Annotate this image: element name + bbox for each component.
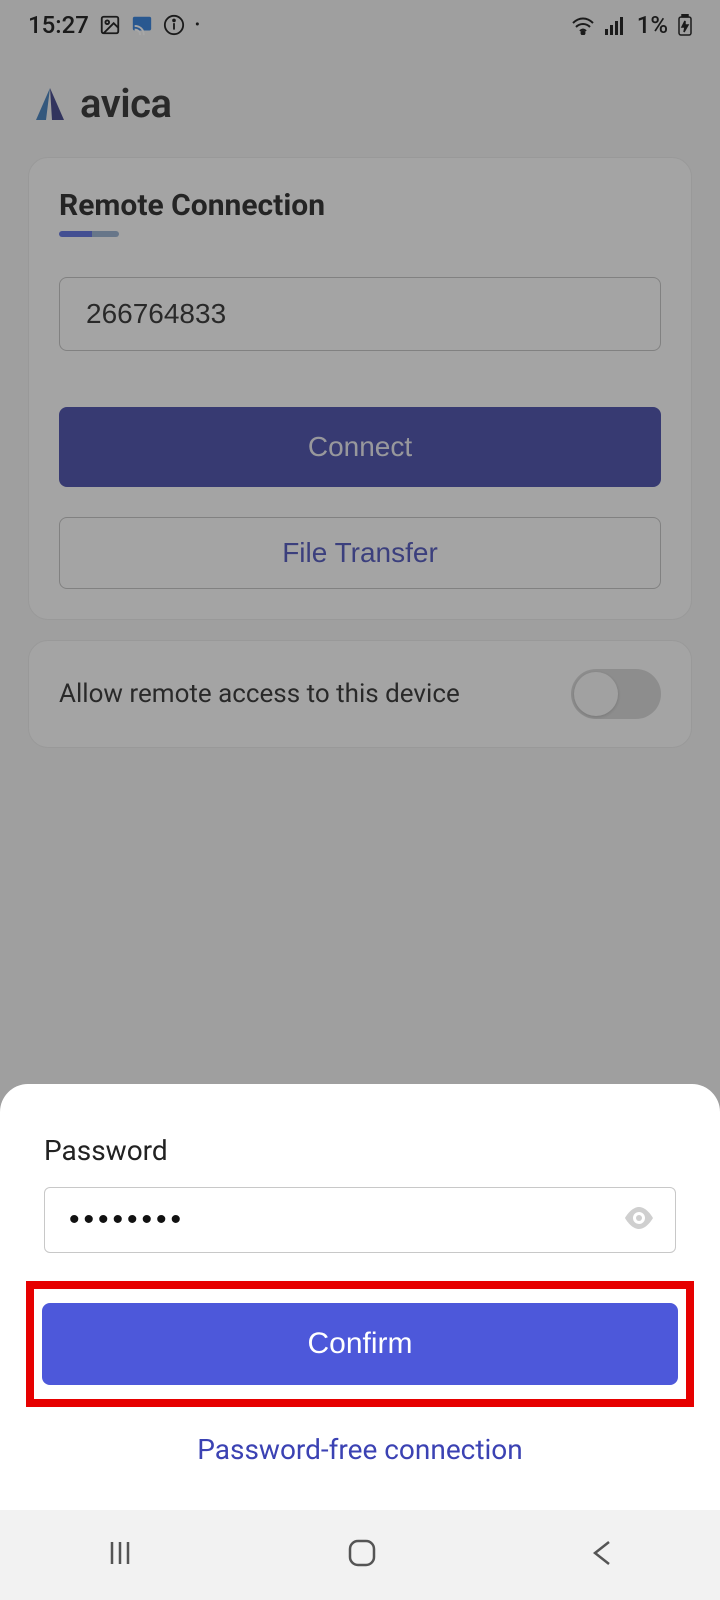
home-button[interactable] bbox=[346, 1537, 378, 1573]
password-free-link[interactable]: Password-free connection bbox=[44, 1419, 676, 1490]
recents-button[interactable] bbox=[105, 1538, 135, 1572]
password-label: Password bbox=[44, 1134, 676, 1167]
system-nav-bar bbox=[0, 1510, 720, 1600]
password-input[interactable] bbox=[44, 1187, 676, 1253]
confirm-button[interactable]: Confirm bbox=[42, 1303, 678, 1385]
eye-icon[interactable] bbox=[624, 1207, 654, 1233]
back-button[interactable] bbox=[589, 1538, 615, 1572]
confirm-highlight: Confirm bbox=[26, 1281, 694, 1407]
